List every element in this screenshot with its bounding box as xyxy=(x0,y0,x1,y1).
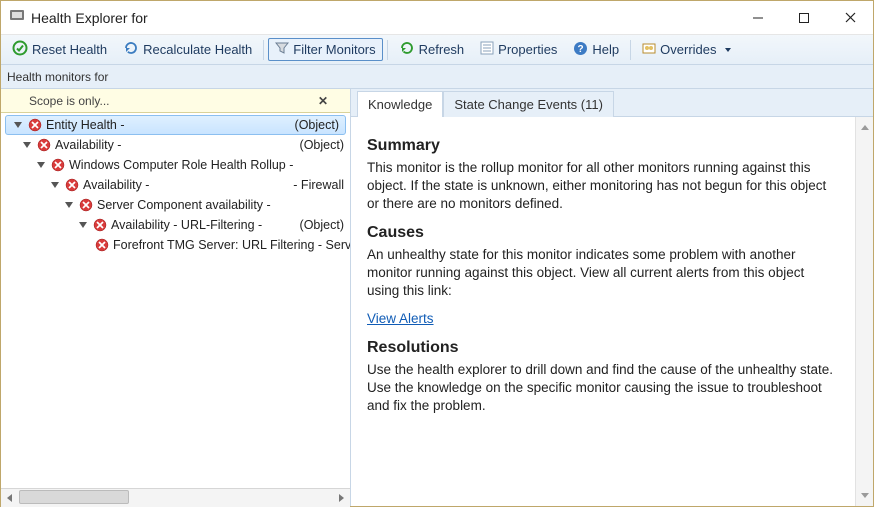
summary-text: This monitor is the rollup monitor for a… xyxy=(367,159,839,214)
tree-item-label: Availability - xyxy=(83,178,149,192)
tree-item-suffix: (Object) xyxy=(285,118,339,132)
window-title: Health Explorer for xyxy=(31,10,735,26)
right-pane: Knowledge State Change Events (11) Summa… xyxy=(351,89,873,506)
causes-heading: Causes xyxy=(367,224,839,242)
error-state-icon xyxy=(37,138,51,152)
error-state-icon xyxy=(79,198,93,212)
tree-expander[interactable] xyxy=(63,199,75,211)
help-label: Help xyxy=(592,42,619,57)
content-wrap: Summary This monitor is the rollup monit… xyxy=(351,117,873,506)
recalc-icon xyxy=(123,40,139,59)
tree-row[interactable]: Server Component availability - xyxy=(1,195,350,215)
tree-item-label: Forefront TMG Server: URL Filtering - Se… xyxy=(113,238,350,252)
svg-text:?: ? xyxy=(578,44,584,55)
tree-expander[interactable] xyxy=(21,139,33,151)
reset-health-label: Reset Health xyxy=(32,42,107,57)
tree-expander[interactable] xyxy=(35,159,47,171)
toolbar-separator xyxy=(630,40,631,60)
tree-item-label: Availability - xyxy=(55,138,121,152)
scroll-thumb[interactable] xyxy=(19,490,129,504)
tab-bar: Knowledge State Change Events (11) xyxy=(351,89,873,117)
app-icon xyxy=(9,7,25,28)
tree-item-suffix: (Object) xyxy=(290,138,344,152)
resolutions-heading: Resolutions xyxy=(367,339,839,357)
overrides-label: Overrides xyxy=(660,42,716,57)
resolutions-text: Use the health explorer to drill down an… xyxy=(367,361,839,416)
content-vertical-scrollbar[interactable] xyxy=(855,117,873,506)
window-controls xyxy=(735,1,873,34)
error-state-icon xyxy=(95,238,109,252)
view-alerts-link[interactable]: View Alerts xyxy=(367,311,434,326)
refresh-icon xyxy=(399,40,415,59)
tree-item-label: Server Component availability - xyxy=(97,198,271,212)
causes-text: An unhealthy state for this monitor indi… xyxy=(367,246,839,301)
filter-icon xyxy=(275,41,289,58)
tree-row[interactable]: Availability - (Object) xyxy=(1,135,350,155)
properties-button[interactable]: Properties xyxy=(473,38,564,61)
health-explorer-window: Health Explorer for Reset Health Recalcu… xyxy=(0,0,874,507)
toolbar: Reset Health Recalculate Health Filter M… xyxy=(1,35,873,65)
close-button[interactable] xyxy=(827,1,873,34)
minimize-button[interactable] xyxy=(735,1,781,34)
tree-item-label: Windows Computer Role Health Rollup - xyxy=(69,158,293,172)
help-icon: ? xyxy=(573,41,588,59)
body: Scope is only... ✕ Entity Health - (Objec… xyxy=(1,89,873,506)
scope-close-button[interactable]: ✕ xyxy=(312,94,334,108)
recalculate-health-button[interactable]: Recalculate Health xyxy=(116,37,259,62)
properties-icon xyxy=(480,41,494,58)
help-button[interactable]: ? Help xyxy=(566,38,626,62)
tab-state-change-events[interactable]: State Change Events (11) xyxy=(443,91,614,117)
tree-row[interactable]: Availability - - Firewall xyxy=(1,175,350,195)
summary-heading: Summary xyxy=(367,137,839,155)
refresh-label: Refresh xyxy=(419,42,465,57)
tab-knowledge-label: Knowledge xyxy=(368,97,432,112)
error-state-icon xyxy=(65,178,79,192)
tree-item-suffix: - Firewall xyxy=(283,178,344,192)
error-state-icon xyxy=(28,118,42,132)
tree-item-label: Entity Health - xyxy=(46,118,125,132)
scroll-track[interactable] xyxy=(19,489,332,507)
reset-health-button[interactable]: Reset Health xyxy=(5,37,114,62)
tree-expander[interactable] xyxy=(12,119,24,131)
scroll-up-button[interactable] xyxy=(856,117,873,139)
scroll-left-button[interactable] xyxy=(1,489,19,507)
scroll-down-button[interactable] xyxy=(856,484,873,506)
knowledge-content: Summary This monitor is the rollup monit… xyxy=(351,117,855,506)
title-bar: Health Explorer for xyxy=(1,1,873,35)
overrides-icon xyxy=(642,41,656,58)
vscroll-track[interactable] xyxy=(856,139,873,484)
error-state-icon xyxy=(51,158,65,172)
filter-label: Filter Monitors xyxy=(293,42,375,57)
tree-item-label: Availability - URL-Filtering - xyxy=(111,218,262,232)
error-state-icon xyxy=(93,218,107,232)
tree-row[interactable]: Availability - URL-Filtering - (Object) xyxy=(1,215,350,235)
left-pane: Scope is only... ✕ Entity Health - (Objec… xyxy=(1,89,351,506)
reset-health-icon xyxy=(12,40,28,59)
overrides-button[interactable]: Overrides xyxy=(635,38,737,61)
tab-events-label: State Change Events (11) xyxy=(454,97,603,112)
tree-row[interactable]: Entity Health - (Object) xyxy=(5,115,346,135)
monitor-tree[interactable]: Entity Health - (Object) Availability - (Ob… xyxy=(1,113,350,488)
scope-label: Scope is only... xyxy=(29,94,109,108)
maximize-button[interactable] xyxy=(781,1,827,34)
filter-monitors-button[interactable]: Filter Monitors xyxy=(268,38,382,61)
refresh-button[interactable]: Refresh xyxy=(392,37,472,62)
subheader-text: Health monitors for xyxy=(7,70,108,84)
toolbar-separator xyxy=(387,40,388,60)
tree-expander[interactable] xyxy=(77,219,89,231)
scroll-right-button[interactable] xyxy=(332,489,350,507)
subheader-bar: Health monitors for xyxy=(1,65,873,89)
tree-row[interactable]: Forefront TMG Server: URL Filtering - Se… xyxy=(1,235,350,255)
tree-item-suffix: (Object) xyxy=(290,218,344,232)
tree-expander[interactable] xyxy=(49,179,61,191)
scope-bar: Scope is only... ✕ xyxy=(1,89,350,113)
properties-label: Properties xyxy=(498,42,557,57)
tab-knowledge[interactable]: Knowledge xyxy=(357,91,443,117)
recalc-label: Recalculate Health xyxy=(143,42,252,57)
tree-row[interactable]: Windows Computer Role Health Rollup - xyxy=(1,155,350,175)
toolbar-separator xyxy=(263,40,264,60)
tree-horizontal-scrollbar[interactable] xyxy=(1,488,350,506)
